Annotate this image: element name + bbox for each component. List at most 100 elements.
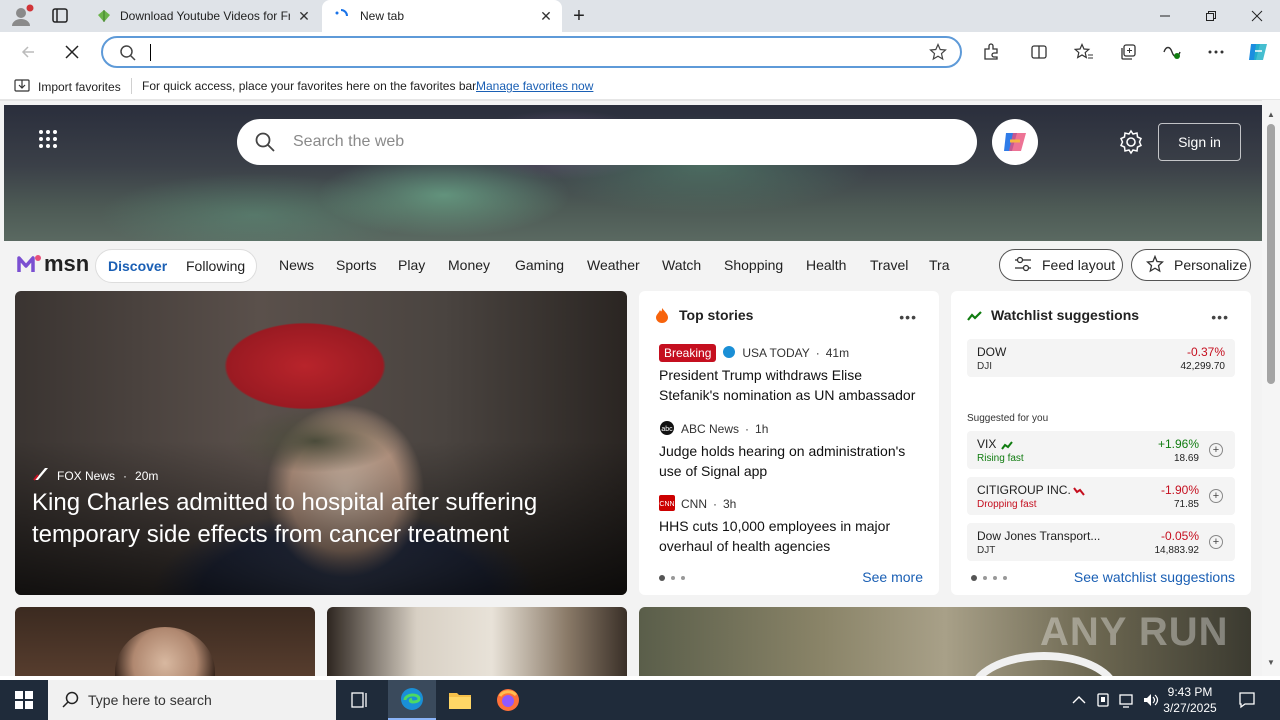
system-clock[interactable]: 9:43 PM 3/27/2025 [1160,684,1220,716]
feed-layout-button[interactable]: Feed layout [999,249,1123,281]
device-icon[interactable] [1094,691,1112,709]
clock-time: 9:43 PM [1167,685,1213,699]
volume-icon[interactable] [1142,691,1160,709]
scroll-up-icon[interactable]: ▲ [1267,110,1275,119]
start-button[interactable] [0,680,48,720]
edge-taskbar-icon[interactable] [388,680,436,720]
hero-headline[interactable]: King Charles admitted to hospital after … [32,487,592,551]
nav-sports[interactable]: Sports [336,257,376,273]
hero-age: 20m [135,468,159,483]
see-more-link[interactable]: See more [862,569,923,585]
file-explorer-icon[interactable] [436,680,484,720]
copilot-button[interactable] [992,119,1038,165]
story-item[interactable]: abc ABC News · 1h Judge holds hearing on… [659,419,924,481]
back-icon[interactable] [14,38,42,66]
stock-value: 71.85 [1173,499,1199,510]
more-options-icon[interactable] [1202,38,1230,66]
nav-play[interactable]: Play [398,257,425,273]
carousel-pager[interactable] [971,575,1007,581]
tab-actions-icon[interactable] [50,7,70,25]
add-to-watchlist-icon[interactable]: + [1209,535,1223,549]
story-item[interactable]: Breaking USA TODAY · 41m President Trump… [659,343,924,405]
web-search-box[interactable]: Search the web [237,119,977,165]
extensions-icon[interactable] [977,38,1005,66]
tab-download-youtube[interactable]: Download Youtube Videos for Free ✕ [84,0,320,32]
stock-row-dow[interactable]: DOW DJI -0.37% 42,299.70 [967,339,1235,377]
see-watchlist-link[interactable]: See watchlist suggestions [1074,569,1235,585]
nav-news[interactable]: News [279,257,314,273]
stock-row-dow-transport[interactable]: Dow Jones Transport... DJT -0.05% 14,883… [967,523,1235,561]
browser-essentials-icon[interactable] [1158,38,1186,66]
story-source: CNN [681,497,707,511]
close-tab-icon[interactable]: ✕ [296,8,312,24]
apps-launcher-icon[interactable] [38,129,58,149]
feed-layout-label: Feed layout [1042,257,1116,273]
stop-loading-icon[interactable] [58,38,86,66]
nav-money[interactable]: Money [448,257,490,273]
search-icon [119,44,137,67]
new-tab-icon[interactable]: + [568,6,590,26]
close-window-icon[interactable] [1234,0,1280,32]
personalize-button[interactable]: Personalize [1131,249,1251,281]
news-card-image[interactable] [15,607,315,676]
stock-row-vix[interactable]: VIX Rising fast +1.96% 18.69 + [967,431,1235,469]
nav-health[interactable]: Health [806,257,846,273]
stock-trend-icon [967,309,983,327]
scrollbar-thumb[interactable] [1267,124,1275,384]
minimize-icon[interactable] [1142,0,1188,32]
nav-weather[interactable]: Weather [587,257,640,273]
news-card-image[interactable] [327,607,627,676]
restore-icon[interactable] [1188,0,1234,32]
favorites-icon[interactable] [1070,38,1098,66]
close-tab-icon[interactable]: ✕ [538,8,554,24]
taskbar-search-box[interactable]: Type here to search [48,680,336,720]
nav-traffic-truncated[interactable]: Tra [929,257,951,273]
favorite-star-icon[interactable] [929,43,947,66]
page-scrollbar[interactable]: ▲ ▼ [1262,100,1280,676]
manage-favorites-link[interactable]: Manage favorites now [476,79,593,93]
sign-in-button[interactable]: Sign in [1158,123,1241,161]
import-favorites-button[interactable]: Import favorites [14,78,121,95]
stock-row-citigroup[interactable]: CITIGROUP INC. Dropping fast -1.90% 71.8… [967,477,1235,515]
nav-travel[interactable]: Travel [870,257,908,273]
stock-symbol: DJT [977,545,996,556]
meta-separator: · [815,346,820,360]
text-caret [150,44,151,61]
add-to-watchlist-icon[interactable]: + [1209,489,1223,503]
stock-change: -0.37% [1186,345,1225,359]
nav-gaming[interactable]: Gaming [515,257,564,273]
copilot-icon[interactable] [1244,38,1272,66]
nav-shopping[interactable]: Shopping [724,257,783,273]
story-title[interactable]: Judge holds hearing on administration's … [659,441,924,481]
scroll-down-icon[interactable]: ▼ [1267,658,1275,667]
add-to-watchlist-icon[interactable]: + [1209,443,1223,457]
meta-separator: · [713,497,717,511]
collections-icon[interactable] [1114,38,1142,66]
task-view-icon[interactable] [336,680,384,720]
firefox-icon[interactable] [484,680,532,720]
network-icon[interactable] [1118,691,1136,709]
story-title[interactable]: HHS cuts 10,000 employees in major overh… [659,516,924,556]
person-photo [115,627,215,676]
settings-gear-icon[interactable] [1118,129,1144,155]
more-icon[interactable]: ••• [899,309,917,325]
notifications-icon[interactable] [1238,691,1256,709]
nav-watch[interactable]: Watch [662,257,701,273]
address-bar[interactable] [101,36,962,68]
windows-logo-icon [15,691,33,709]
story-item[interactable]: CNN CNN · 3h HHS cuts 10,000 employees i… [659,494,924,556]
tab-following[interactable]: Following [186,258,245,274]
favorites-bar-message: For quick access, place your favorites h… [142,79,479,93]
show-hidden-icons-icon[interactable] [1070,691,1088,709]
browser-toolbar [0,32,1280,72]
tab-new-tab[interactable]: New tab ✕ [322,0,562,32]
more-icon[interactable]: ••• [1211,309,1229,325]
msn-logo[interactable]: msn [16,249,89,279]
tab-discover[interactable]: Discover [108,258,167,274]
profile-icon[interactable] [8,4,34,28]
tab-label: Download Youtube Videos for Free [120,9,290,23]
story-title[interactable]: President Trump withdraws Elise Stefanik… [659,365,924,405]
carousel-pager[interactable] [659,575,685,581]
hero-news-card[interactable]: FOX News · 20m King Charles admitted to … [15,291,627,595]
split-screen-icon[interactable] [1025,38,1053,66]
